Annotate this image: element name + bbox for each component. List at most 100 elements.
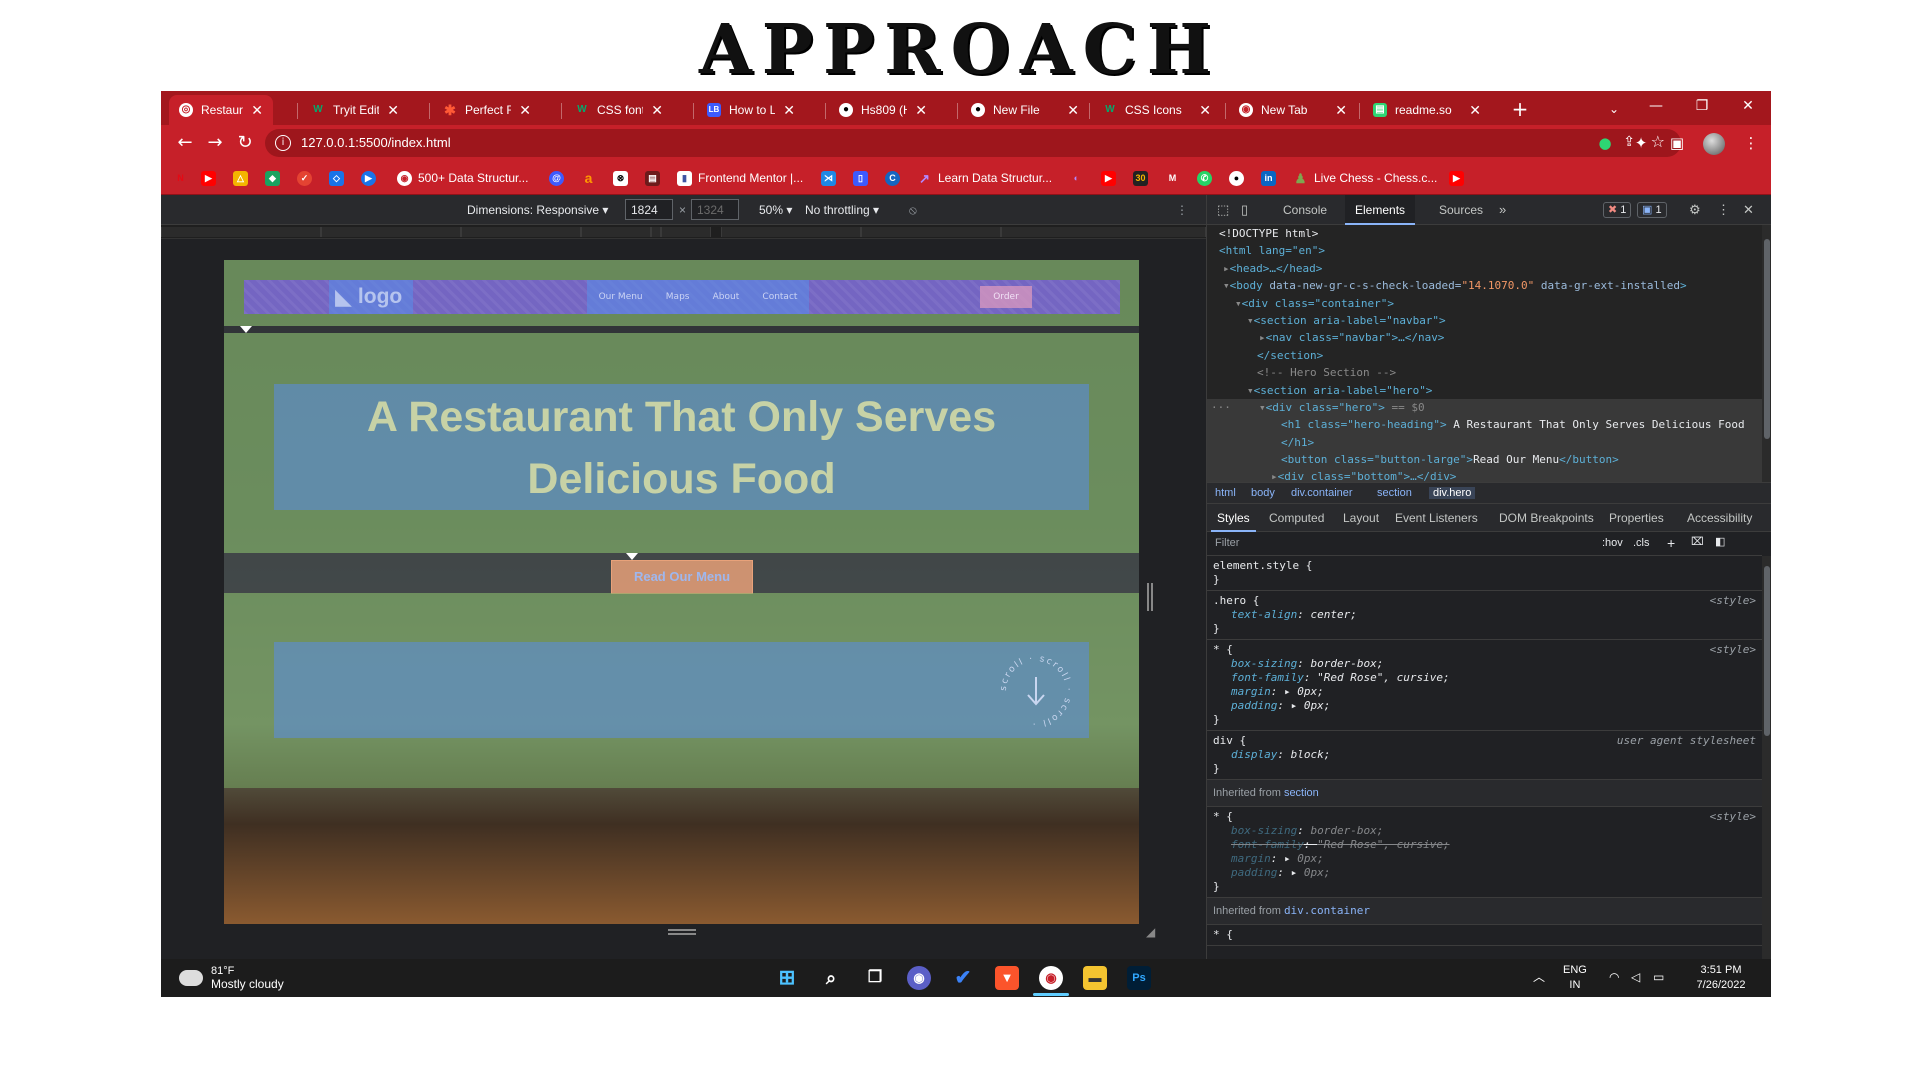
- weather-widget[interactable]: 81°F Mostly cloudy: [177, 964, 284, 991]
- bookmark-frontend-mentor[interactable]: ▮ Frontend Mentor |...: [677, 169, 803, 187]
- bookmark-500-ds[interactable]: ◉ 500+ Data Structur...: [397, 169, 528, 187]
- extension-icon[interactable]: ●: [1595, 133, 1615, 153]
- dimensions-select[interactable]: Dimensions: Responsive ▾: [467, 203, 608, 217]
- dom-line[interactable]: <h1 class="hero-heading"> A Restaurant T…: [1207, 416, 1762, 434]
- dom-line[interactable]: </section>: [1207, 347, 1762, 364]
- hov-toggle[interactable]: :hov: [1602, 537, 1623, 549]
- language-indicator[interactable]: ENG IN: [1563, 963, 1587, 993]
- crumb-body[interactable]: body: [1251, 487, 1275, 499]
- dom-line[interactable]: ▸<div class="bottom">…</div>: [1207, 468, 1762, 482]
- close-icon[interactable]: ✕: [1335, 102, 1347, 119]
- dom-line[interactable]: ▾<section aria-label="navbar">: [1207, 312, 1762, 329]
- chat-icon[interactable]: ◉: [907, 966, 931, 990]
- file-explorer-icon[interactable]: ▬: [1083, 966, 1107, 990]
- bookmark-play[interactable]: ▶: [361, 169, 382, 187]
- bookmark-30[interactable]: 30: [1133, 169, 1154, 187]
- new-tab-button[interactable]: +: [1507, 97, 1533, 123]
- clock[interactable]: 3:51 PM 7/26/2022: [1691, 963, 1751, 993]
- search-icon[interactable]: ⌕: [819, 966, 843, 990]
- close-icon[interactable]: ✕: [1067, 102, 1079, 119]
- tab-css-icons[interactable]: W CSS Icons ✕: [1093, 95, 1221, 125]
- crumb-section[interactable]: section: [1377, 487, 1412, 499]
- resize-handle-right[interactable]: [1147, 583, 1153, 611]
- height-input[interactable]: 1324: [691, 199, 739, 220]
- bookmark-linkedin[interactable]: in: [1261, 169, 1282, 187]
- close-icon[interactable]: ✕: [783, 102, 795, 119]
- bookmark-amazon[interactable]: a: [581, 169, 602, 187]
- bookmark-todo[interactable]: ✓: [297, 169, 318, 187]
- read-menu-button[interactable]: Read Our Menu: [611, 560, 753, 594]
- windows-start-icon[interactable]: ⊞: [775, 966, 799, 990]
- settings-icon[interactable]: ⚙: [1689, 202, 1701, 218]
- bookmark-drive[interactable]: △: [233, 169, 254, 187]
- chrome-taskbar-icon[interactable]: ◉: [1039, 966, 1063, 990]
- bookmark-youtube-2[interactable]: ▶: [1101, 169, 1122, 187]
- rotate-icon[interactable]: ⦸: [909, 203, 917, 218]
- tray-chevron-icon[interactable]: ︿: [1533, 970, 1545, 985]
- error-badge[interactable]: ✖ 1: [1603, 202, 1632, 218]
- close-icon[interactable]: ✕: [519, 102, 531, 119]
- bookmark-github[interactable]: ●: [1229, 169, 1250, 187]
- todo-check-icon[interactable]: ✔: [951, 966, 975, 990]
- bookmark-star-icon[interactable]: ☆: [1651, 132, 1665, 151]
- zoom-select[interactable]: 50% ▾: [759, 203, 792, 217]
- throttle-select[interactable]: No throttling ▾: [805, 203, 879, 217]
- message-badge[interactable]: ▣ 1: [1637, 202, 1667, 218]
- tab-search-icon[interactable]: ⌄: [1601, 97, 1627, 121]
- nav-link-maps[interactable]: Maps: [666, 292, 690, 302]
- nav-link-menu[interactable]: Our Menu: [599, 292, 643, 302]
- tab-tryit[interactable]: W Tryit Editor v ✕: [301, 95, 409, 125]
- bookmark-code[interactable]: ⊗: [613, 169, 634, 187]
- dom-line[interactable]: </h1>: [1207, 433, 1762, 452]
- crumb-html[interactable]: html: [1215, 487, 1236, 499]
- tab-restaurant[interactable]: ◎ Restaurant ✕: [169, 95, 273, 125]
- task-view-icon[interactable]: ❐: [863, 966, 887, 990]
- bookmark-c[interactable]: C: [885, 169, 906, 187]
- crumb-container[interactable]: div.container: [1291, 487, 1353, 499]
- width-input[interactable]: 1824: [625, 199, 673, 220]
- bookmark-youtube[interactable]: ▶: [201, 169, 222, 187]
- tab-new-tab[interactable]: ◉ New Tab ✕: [1229, 95, 1357, 125]
- scroll-badge[interactable]: scroll · scroll · scroll ·: [994, 649, 1078, 733]
- bookmark-learn-ds[interactable]: ↗ Learn Data Structur...: [917, 169, 1052, 187]
- minimize-icon[interactable]: —: [1633, 91, 1679, 121]
- crumb-hero[interactable]: div.hero: [1429, 487, 1476, 499]
- bookmark-planet[interactable]: ◐: [1069, 169, 1090, 187]
- dom-line[interactable]: ▾<div class="container">: [1207, 295, 1762, 312]
- bookmark-gmail[interactable]: M: [1165, 169, 1186, 187]
- tab-console[interactable]: Console: [1273, 195, 1337, 225]
- close-icon[interactable]: ✕: [1469, 102, 1481, 119]
- dom-line[interactable]: <button class="button-large">Read Our Me…: [1207, 451, 1762, 469]
- tab-accessibility[interactable]: Accessibility: [1681, 504, 1758, 532]
- forward-icon[interactable]: →: [203, 131, 227, 155]
- dom-line[interactable]: ▸<nav class="navbar">…</nav>: [1207, 329, 1762, 346]
- bookmark-page[interactable]: ▯: [853, 169, 874, 187]
- battery-icon[interactable]: ▭: [1653, 970, 1664, 985]
- bookmark-cube[interactable]: ◆: [265, 169, 286, 187]
- restore-icon[interactable]: ❐: [1679, 91, 1725, 121]
- dom-line[interactable]: <html lang="en">: [1207, 242, 1762, 259]
- nav-link-about[interactable]: About: [713, 292, 740, 302]
- tab-elements[interactable]: Elements: [1345, 195, 1416, 225]
- close-icon[interactable]: ✕: [387, 102, 399, 119]
- filter-input[interactable]: Filter: [1215, 537, 1239, 549]
- tab-sources[interactable]: Sources: [1429, 195, 1493, 225]
- tab-hs809[interactable]: ● Hs809 (Hs80 ✕: [829, 95, 937, 125]
- reload-icon[interactable]: ↻: [233, 131, 257, 155]
- dom-line[interactable]: ▾<body data-new-gr-c-s-check-loaded="14.…: [1207, 277, 1762, 294]
- tab-css-font[interactable]: W CSS font-wei ✕: [565, 95, 673, 125]
- nav-link-contact[interactable]: Contact: [762, 292, 797, 302]
- styles-scrollbar[interactable]: [1762, 556, 1771, 959]
- bookmark-whatsapp[interactable]: ✆: [1197, 169, 1218, 187]
- brave-icon[interactable]: ▼: [995, 966, 1019, 990]
- cls-toggle[interactable]: .cls: [1633, 537, 1650, 549]
- bookmark-youtube-3[interactable]: ▶: [1449, 169, 1470, 187]
- tab-event-listeners[interactable]: Event Listeners: [1389, 504, 1484, 532]
- bookmark-doc[interactable]: ▤: [645, 169, 666, 187]
- kebab-icon[interactable]: ⋮: [1717, 202, 1730, 218]
- resize-handle-bottom[interactable]: [668, 929, 696, 935]
- wifi-icon[interactable]: ◠: [1609, 970, 1619, 985]
- sidebar-toggle-icon[interactable]: ◧: [1715, 535, 1725, 548]
- back-icon[interactable]: ←: [173, 131, 197, 155]
- site-info-icon[interactable]: i: [275, 135, 291, 151]
